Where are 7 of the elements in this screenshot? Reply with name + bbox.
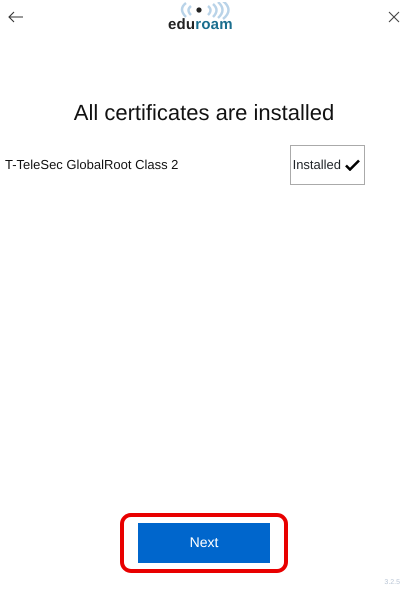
status-label: Installed xyxy=(292,156,341,174)
page-title: All certificates are installed xyxy=(72,99,336,127)
certificate-name: T-TeleSec GlobalRoot Class 2 xyxy=(5,156,178,174)
back-arrow-icon[interactable] xyxy=(8,11,24,23)
close-icon[interactable] xyxy=(388,11,400,23)
eduroam-logo: eduroam xyxy=(165,2,247,32)
next-button[interactable]: Next xyxy=(138,522,270,562)
